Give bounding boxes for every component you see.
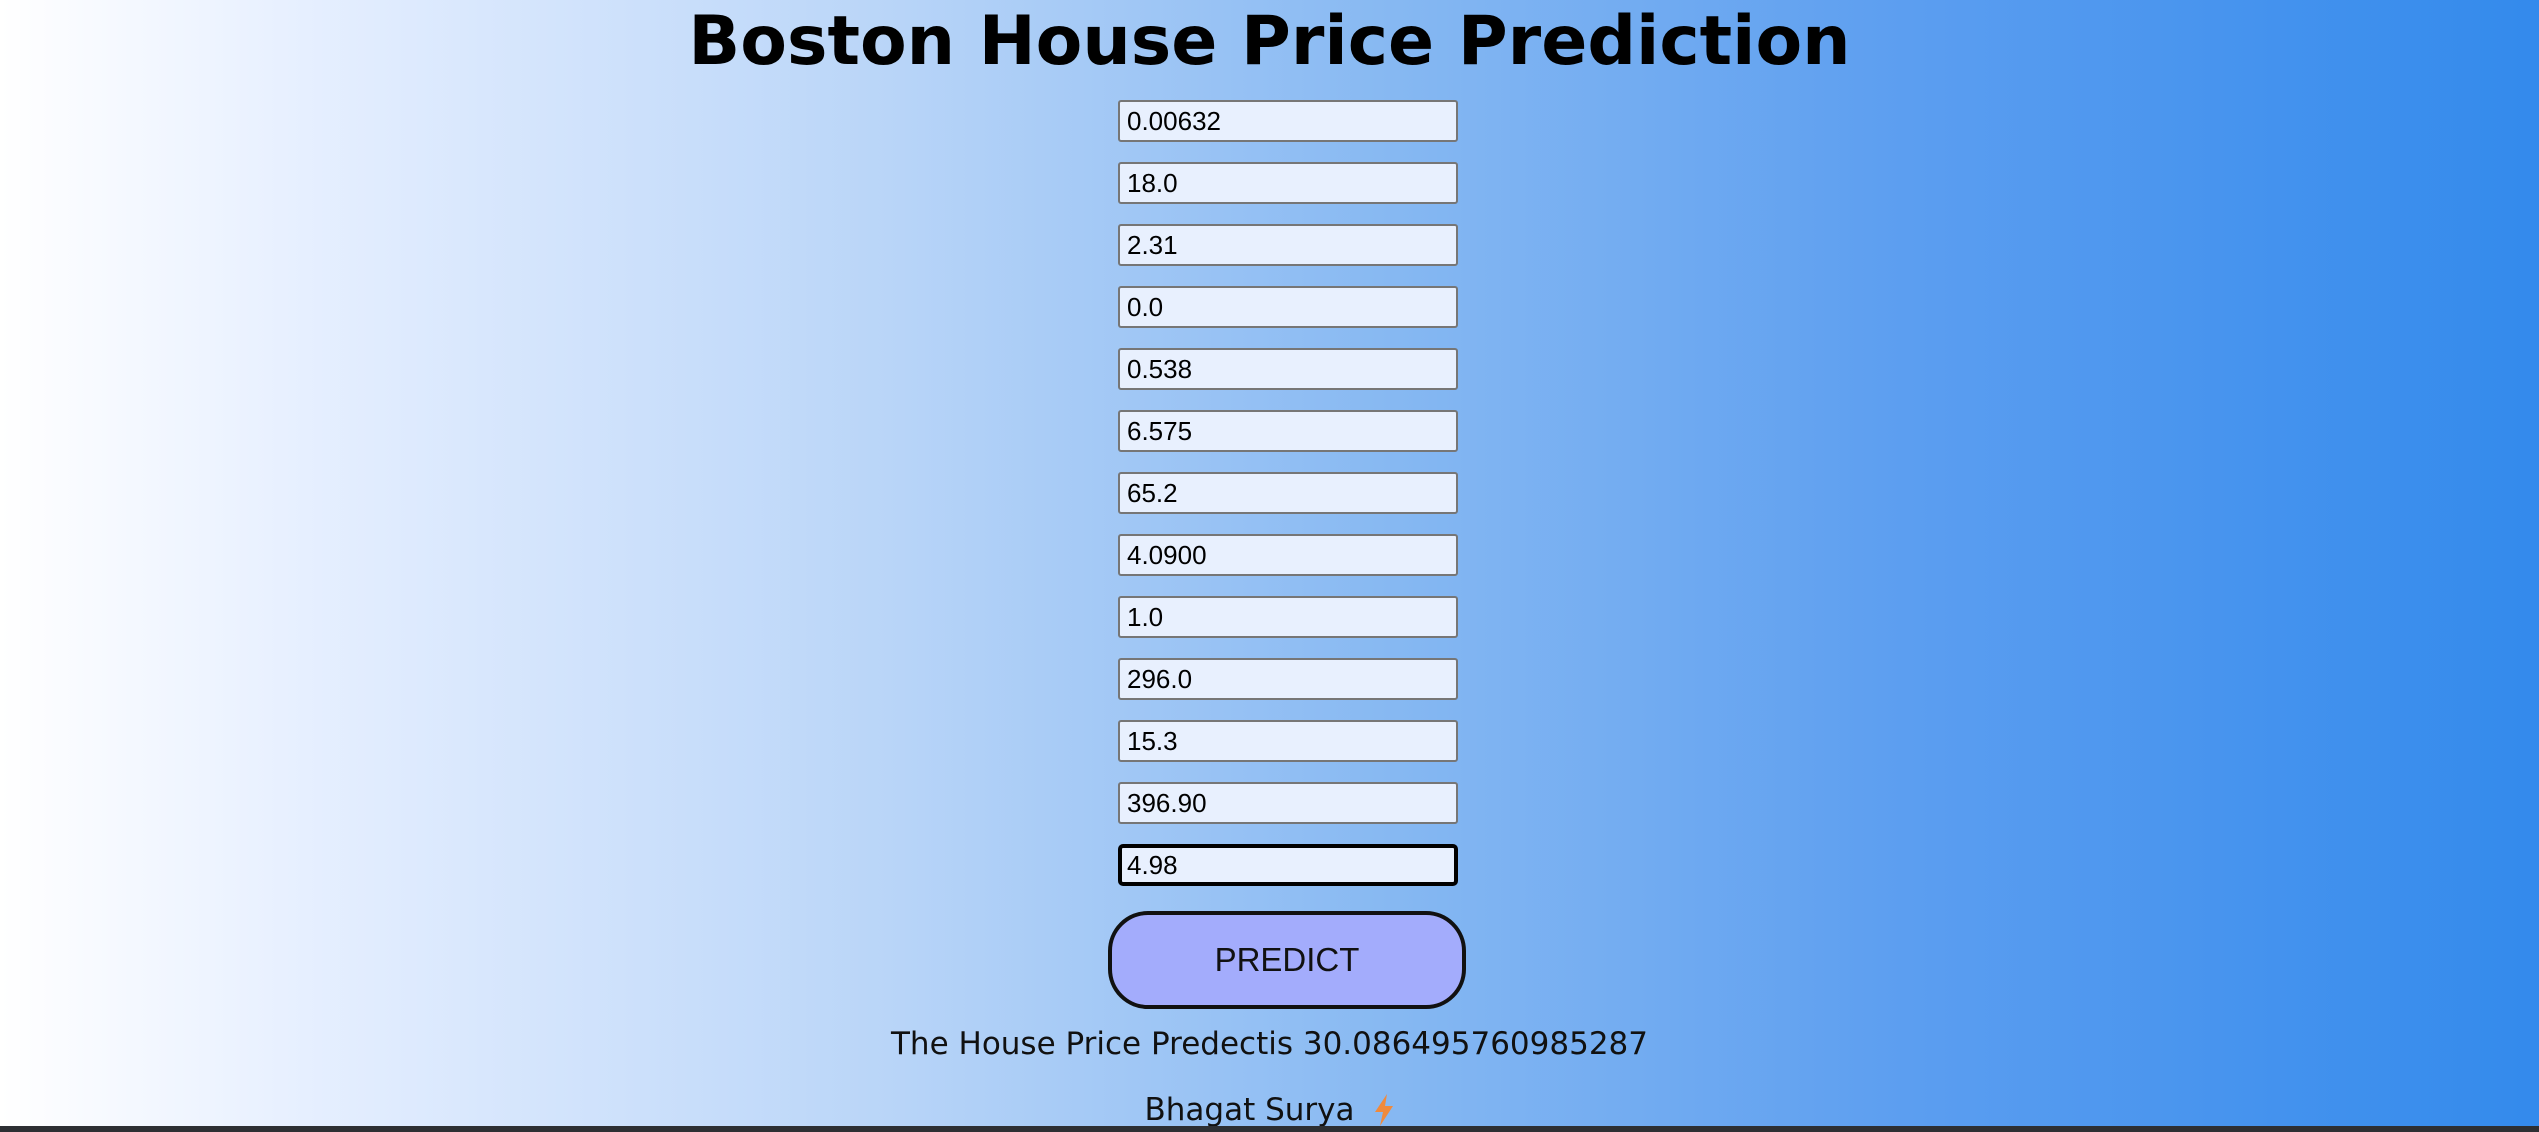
prediction-result: The House Price Predectis 30.08649576098… [891,1026,1648,1062]
feature-input-8[interactable] [1118,534,1458,576]
feature-input-5[interactable] [1118,348,1458,390]
footer: Bhagat Surya [0,1088,2539,1130]
feature-input-9[interactable] [1118,596,1458,638]
feature-input-4[interactable] [1118,286,1458,328]
predict-button[interactable]: PREDICT [1108,911,1466,1009]
author-name: Bhagat Surya [1144,1091,1355,1128]
feature-input-10[interactable] [1118,658,1458,700]
feature-input-6[interactable] [1118,410,1458,452]
lightning-bolt-shape [1374,1093,1393,1126]
feature-input-3[interactable] [1118,224,1458,266]
page-title: Boston House Price Prediction [688,2,1851,81]
feature-input-1[interactable] [1118,100,1458,142]
feature-input-11[interactable] [1118,720,1458,762]
feature-input-12[interactable] [1118,782,1458,824]
bottom-bar [0,1126,2539,1132]
feature-input-13[interactable] [1118,844,1458,886]
lightning-bolt-icon [1374,1093,1393,1126]
feature-input-2[interactable] [1118,162,1458,204]
feature-input-7[interactable] [1118,472,1458,514]
